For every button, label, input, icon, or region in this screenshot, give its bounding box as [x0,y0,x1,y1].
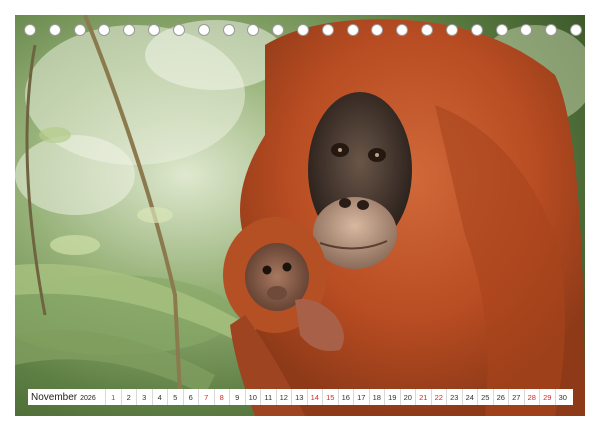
day-cell: 25 [477,389,493,405]
day-list: 1 2 3 4 5 6 7 8 9 10 11 12 13 14 15 16 17 18 19 20 21 22 23 24 2… [105,389,570,405]
day-cell: 12 [275,389,292,405]
day-cell: 17 [353,389,369,405]
year-label: 2026 [80,394,96,402]
day-cell: 26 [492,389,509,405]
binding-ring [247,24,260,36]
binding-ring [346,24,359,36]
binding-ring [73,24,86,36]
day-cell: 19 [384,389,400,405]
binding-ring [222,24,235,36]
binding-ring [123,24,136,36]
day-cell: 13 [291,389,307,405]
day-cell: 11 [260,389,276,405]
binding-ring [371,24,384,36]
day-cell: 7 [198,389,214,405]
binding-ring [148,24,161,36]
orangutan-photo [15,15,585,416]
photo-illustration [15,15,585,416]
day-cell: 10 [244,389,261,405]
day-cell: 4 [151,389,168,405]
binding-ring [98,24,111,36]
month-label: November 2026 [28,392,96,403]
day-cell: 23 [446,389,462,405]
calendar-strip: November 2026 1 2 3 4 5 6 7 8 9 10 11 12 13 14 15 16 17 18… [28,389,573,405]
day-cell: 29 [539,389,555,405]
binding-ring [421,24,434,36]
binding-ring [470,24,483,36]
binding-ring [24,24,36,36]
day-cell: 3 [136,389,152,405]
day-cell: 22 [430,389,447,405]
day-cell: 8 [213,389,230,405]
binding-ring [272,24,285,36]
day-cell: 24 [461,389,478,405]
binding-ring [197,24,210,36]
day-cell: 20 [399,389,416,405]
binding-ring [396,24,409,36]
day-cell: 27 [508,389,524,405]
spiral-binding [0,24,600,38]
binding-ring [495,24,508,36]
day-cell: 9 [229,389,245,405]
month-name: November [31,391,78,403]
day-cell: 15 [322,389,338,405]
binding-ring [172,24,185,36]
day-cell: 16 [337,389,354,405]
day-cell: 30 [554,389,571,405]
day-cell: 5 [167,389,183,405]
binding-ring [297,24,309,36]
day-cell: 1 [105,389,121,405]
binding-ring [570,24,582,36]
calendar-page: November 2026 1 2 3 4 5 6 7 8 9 10 11 12 13 14 15 16 17 18… [0,0,600,431]
binding-ring [445,24,458,36]
day-cell: 6 [182,389,199,405]
day-cell: 14 [306,389,323,405]
binding-ring [48,24,61,36]
binding-ring [321,24,334,36]
day-cell: 21 [415,389,431,405]
day-cell: 18 [368,389,385,405]
binding-ring [520,24,533,36]
binding-ring [545,24,558,36]
day-cell: 28 [523,389,540,405]
day-cell: 2 [120,389,137,405]
